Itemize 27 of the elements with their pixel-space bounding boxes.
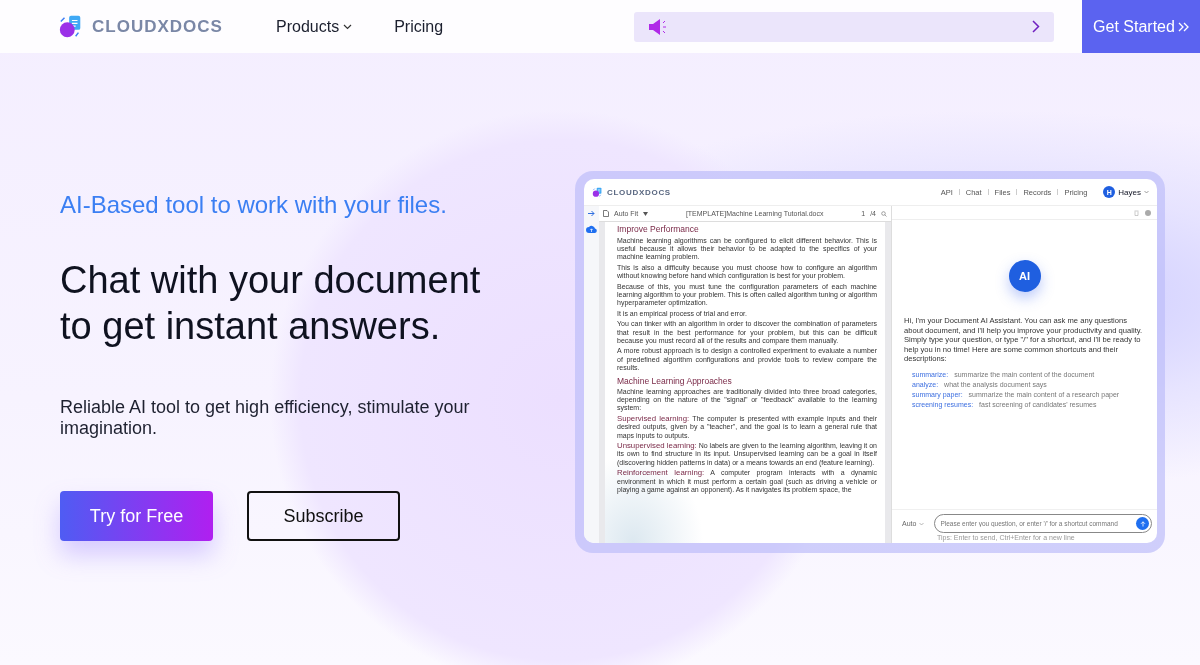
document-heading: Machine Learning Approaches <box>617 375 733 386</box>
arrow-up-icon <box>1139 520 1146 527</box>
search-icon[interactable] <box>881 210 887 217</box>
logo-icon <box>592 186 603 198</box>
hero-title: Chat with your document to get instant answers. <box>60 258 482 349</box>
brand-name: CLOUDXDOCS <box>92 16 223 37</box>
double-chevron-icon <box>1177 21 1189 32</box>
chevron-right-icon <box>1032 20 1040 33</box>
try-free-button[interactable]: Try for Free <box>60 491 213 541</box>
nav-link[interactable]: Pricing <box>394 17 444 36</box>
chevron-down-icon <box>919 521 925 526</box>
subscribe-button[interactable]: Subscribe <box>247 491 400 541</box>
arrow-right-icon[interactable] <box>588 210 595 217</box>
chevron-down-icon <box>343 23 353 30</box>
caret-icon <box>643 211 649 216</box>
document-heading: Improve Performance <box>617 224 700 234</box>
megaphone-icon <box>648 17 668 36</box>
ai-badge: AI <box>1008 260 1041 292</box>
brand-name: CLOUDXDOCS <box>607 187 671 197</box>
tagline: AI-Based tool to work with your files. <box>60 191 448 219</box>
get-started-button[interactable]: Get Started <box>1082 0 1200 53</box>
hero-description: Reliable AI tool to get high efficiency, stimulate your imagination. <box>60 397 471 439</box>
cloud-upload-icon[interactable] <box>586 225 597 233</box>
nav-link[interactable]: Products <box>276 17 353 36</box>
document-icon[interactable] <box>603 210 609 217</box>
user-name[interactable]: Hayes <box>1118 187 1141 197</box>
chevron-down-icon <box>1144 190 1149 194</box>
